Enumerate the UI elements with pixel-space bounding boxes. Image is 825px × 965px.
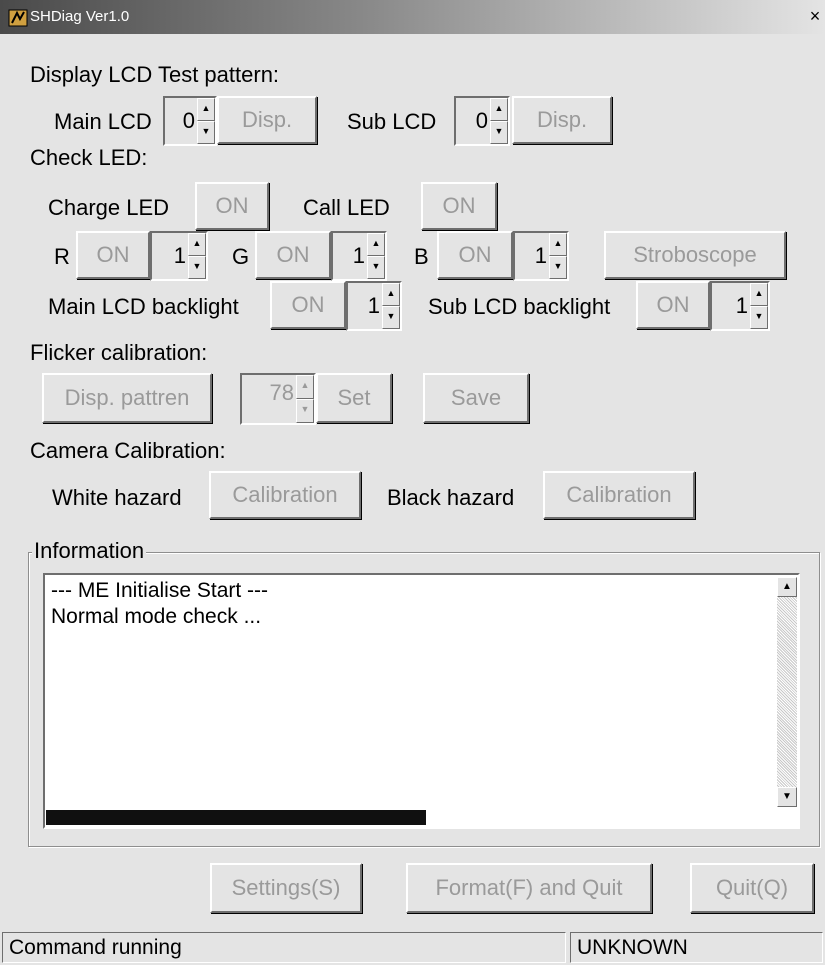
main-backlight-label: Main LCD backlight — [48, 294, 239, 319]
main-backlight-spinner[interactable]: 1 ▲ ▼ — [346, 281, 402, 331]
quit-label: Quit(Q) — [715, 875, 789, 900]
lcd-test-heading: Display LCD Test pattern: — [30, 62, 280, 87]
flicker-save-button[interactable]: Save — [423, 373, 529, 423]
check-led-heading: Check LED: — [30, 145, 148, 170]
scroll-down-icon[interactable]: ▼ — [777, 787, 797, 807]
log-line-2: Normal mode check ... — [51, 605, 262, 628]
spin-up-icon[interactable]: ▲ — [490, 98, 508, 121]
app-window: SHDiag Ver1.0 × Display LCD Test pattern… — [0, 0, 825, 965]
main-backlight-on-button[interactable]: ON — [270, 281, 346, 329]
sub-backlight-value: 1 — [735, 293, 748, 318]
information-scrollbar[interactable]: ▲ ▼ — [777, 577, 797, 807]
sub-lcd-disp-button[interactable]: Disp. — [512, 96, 612, 144]
spin-down-icon[interactable]: ▼ — [188, 256, 206, 279]
spin-down-icon[interactable]: ▼ — [197, 121, 215, 144]
sub-lcd-label: Sub LCD — [347, 109, 437, 134]
settings-label: Settings(S) — [231, 875, 341, 900]
main-backlight-value: 1 — [367, 293, 380, 318]
flicker-spinner[interactable]: 78 ▲ ▼ — [240, 373, 316, 425]
r-on-button[interactable]: ON — [76, 231, 150, 279]
black-calibration-button[interactable]: Calibration — [543, 471, 695, 519]
quit-button[interactable]: Quit(Q) — [690, 863, 814, 913]
information-log[interactable]: --- ME Initialise Start --- Normal mode … — [43, 573, 800, 829]
b-spinner[interactable]: 1 ▲ ▼ — [513, 231, 569, 281]
log-line-1: --- ME Initialise Start --- — [51, 579, 269, 602]
r-label: R — [54, 244, 70, 269]
sub-lcd-value: 0 — [475, 108, 488, 133]
r-spinner[interactable]: 1 ▲ ▼ — [150, 231, 208, 281]
spin-up-icon[interactable]: ▲ — [382, 283, 400, 306]
white-calibration-button[interactable]: Calibration — [209, 471, 361, 519]
settings-button[interactable]: Settings(S) — [210, 863, 362, 913]
spin-up-icon[interactable]: ▲ — [188, 233, 206, 256]
stroboscope-button[interactable]: Stroboscope — [604, 231, 786, 279]
scroll-up-icon[interactable]: ▲ — [777, 577, 797, 597]
g-spinner[interactable]: 1 ▲ ▼ — [331, 231, 387, 281]
spin-down-icon[interactable]: ▼ — [382, 306, 400, 329]
format-and-quit-button[interactable]: Format(F) and Quit — [406, 863, 652, 913]
sub-backlight-label: Sub LCD backlight — [428, 294, 611, 319]
spin-down-icon[interactable]: ▼ — [549, 256, 567, 279]
g-on-button[interactable]: ON — [255, 231, 331, 279]
flicker-value: 78 — [269, 380, 294, 405]
white-hazard-label: White hazard — [52, 485, 182, 510]
spin-down-icon[interactable]: ▼ — [750, 306, 768, 329]
spin-down-icon[interactable]: ▼ — [367, 256, 385, 279]
g-label: G — [232, 244, 250, 269]
disp-pattern-button[interactable]: Disp. pattren — [42, 373, 212, 423]
b-on-button[interactable]: ON — [437, 231, 513, 279]
main-lcd-disp-button[interactable]: Disp. — [217, 96, 317, 144]
progress-fill — [46, 810, 426, 825]
status-bar: Command running UNKNOWN — [0, 932, 825, 965]
sub-backlight-spinner[interactable]: 1 ▲ ▼ — [710, 281, 770, 331]
flicker-set-button[interactable]: Set — [316, 373, 392, 423]
camera-heading: Camera Calibration: — [30, 438, 226, 463]
call-led-on-button[interactable]: ON — [421, 182, 497, 230]
spin-up-icon[interactable]: ▲ — [750, 283, 768, 306]
charge-led-label: Charge LED — [48, 195, 170, 220]
main-lcd-spinner[interactable]: 0 ▲ ▼ — [163, 96, 217, 146]
sub-lcd-spinner[interactable]: 0 ▲ ▼ — [454, 96, 510, 146]
title-bar[interactable]: SHDiag Ver1.0 × — [0, 0, 825, 34]
black-hazard-label: Black hazard — [387, 485, 515, 510]
b-label: B — [414, 244, 429, 269]
flicker-heading: Flicker calibration: — [30, 340, 208, 365]
g-value: 1 — [352, 243, 365, 268]
b-value: 1 — [534, 243, 547, 268]
status-mode: UNKNOWN — [570, 932, 823, 963]
progress-bar — [46, 810, 776, 825]
main-lcd-value: 0 — [182, 108, 195, 133]
format-and-quit-label: Format(F) and Quit — [435, 875, 623, 900]
spin-down-icon[interactable]: ▼ — [490, 121, 508, 144]
r-value: 1 — [173, 243, 186, 268]
spin-up-icon[interactable]: ▲ — [296, 375, 314, 399]
information-label: Information — [32, 538, 147, 564]
spin-up-icon[interactable]: ▲ — [197, 98, 215, 121]
spin-down-icon[interactable]: ▼ — [296, 399, 314, 423]
status-message: Command running — [2, 932, 566, 963]
main-lcd-label: Main LCD — [54, 109, 152, 134]
spin-up-icon[interactable]: ▲ — [367, 233, 385, 256]
call-led-label: Call LED — [303, 195, 390, 220]
window-title: SHDiag Ver1.0 — [30, 8, 130, 25]
app-icon — [8, 9, 28, 27]
charge-led-on-button[interactable]: ON — [195, 182, 269, 230]
spin-up-icon[interactable]: ▲ — [549, 233, 567, 256]
sub-backlight-on-button[interactable]: ON — [636, 281, 710, 329]
close-icon[interactable]: × — [806, 6, 824, 26]
